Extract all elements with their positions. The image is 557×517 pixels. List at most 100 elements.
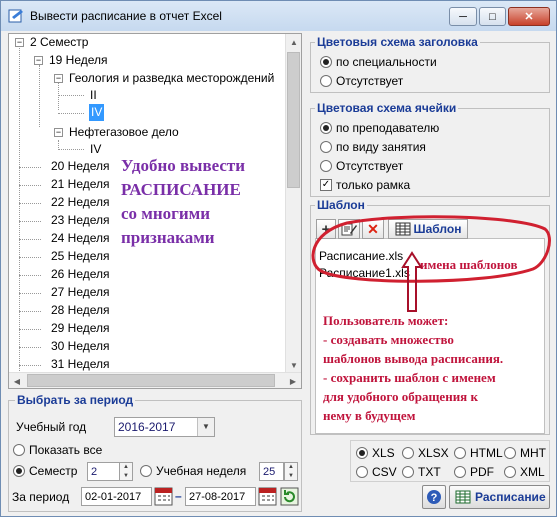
export-schedule-button[interactable]: Расписание [449,485,550,509]
help-button[interactable]: ? [422,485,446,509]
title-bar: Вывести расписание в отчет Excel ─ □ ✕ [1,1,556,31]
frame-only-checkbox[interactable]: ✓ только рамка [320,178,410,192]
refresh-icon[interactable] [280,487,299,506]
annotation-arrow [401,251,423,312]
cell-scheme-none-radio[interactable]: Отсутствует [320,159,403,173]
format-radio-mht[interactable]: MHT [504,446,546,460]
option-label: по виду занятия [336,140,426,154]
tree-node-week[interactable]: 22 Неделя [51,194,110,211]
tree-node-group-iv-selected[interactable]: IV [89,104,105,121]
year-value: 2016-2017 [118,420,176,434]
note-line: - сохранить шаблон с именем [323,370,496,385]
tree-node-week[interactable]: 29 Неделя [51,320,110,337]
tree-node-semester[interactable]: 2 Семестр [30,34,88,51]
format-label: PDF [470,465,494,479]
format-label: HTML [470,446,503,460]
tree-node-week[interactable]: 27 Неделя [51,284,110,301]
tree-node-week[interactable]: 25 Неделя [51,248,110,265]
date-from-input[interactable]: 02-01-2017 [81,487,152,506]
date-to-input[interactable]: 27-08-2017 [185,487,256,506]
note-line: нему в будущем [323,408,416,423]
spin-down-icon: ▼ [288,472,294,479]
tree-node-week[interactable]: 26 Неделя [51,266,110,283]
range-label: За период [12,490,70,504]
header-scheme-none-radio[interactable]: Отсутствует [320,74,403,88]
option-label: Отсутствует [336,74,404,88]
minimize-icon: ─ [459,10,467,23]
tree-node-week[interactable]: 30 Неделя [51,338,110,355]
spin-up-icon: ▲ [288,464,294,471]
format-radio-txt[interactable]: TXT [402,465,441,479]
format-group: XLS XLSX HTML MHT CSV TXT PDF XML [350,440,550,482]
tree-node-geology[interactable]: Геология и разведка месторождений [69,70,274,87]
cell-scheme-type-radio[interactable]: по виду занятия [320,140,426,154]
format-radio-xml[interactable]: XML [504,465,545,479]
scroll-left-icon[interactable]: ◀ [9,373,25,388]
tree-node-week[interactable]: 23 Неделя [51,212,110,229]
schedule-tree[interactable]: − 2 Семестр − 19 Неделя − Геология и раз… [8,33,302,389]
tree-node-group-iv[interactable]: IV [90,141,101,158]
scroll-up-icon[interactable]: ▲ [286,34,301,50]
calendar-from-icon[interactable] [154,487,173,506]
template-legend: Шаблон [315,198,367,212]
scroll-down-icon[interactable]: ▼ [286,357,301,373]
format-radio-xls[interactable]: XLS [356,446,395,460]
scroll-thumb[interactable] [287,52,300,188]
note-line: Пользователь может: [323,313,449,328]
collapse-semester-icon[interactable]: − [15,38,24,47]
tree-node-group-ii[interactable]: II [90,87,97,104]
week-spinner[interactable]: ▲ ▼ [284,462,298,481]
show-all-radio[interactable]: Показать все [13,443,102,457]
year-select[interactable]: 2016-2017 ▼ [114,417,215,437]
format-radio-pdf[interactable]: PDF [454,465,494,479]
promo-line: со многими [121,204,211,223]
calendar-to-icon[interactable] [258,487,277,506]
tree-node-week[interactable]: 20 Неделя [51,158,110,175]
week-radio[interactable]: Учебная неделя [140,464,246,478]
format-radio-csv[interactable]: CSV [356,465,397,479]
collapse-oil-icon[interactable]: − [54,128,63,137]
scroll-thumb[interactable] [27,374,275,387]
format-radio-xlsx[interactable]: XLSX [402,446,449,460]
header-scheme-specialty-radio[interactable]: по специальности [320,55,437,69]
tree-node-week[interactable]: 31 Неделя [51,356,110,373]
note-line: - создавать множество [323,332,454,347]
chevron-down-icon[interactable]: ▼ [197,418,214,436]
excel-icon [455,490,471,504]
semester-radio[interactable]: Семестр [13,464,77,478]
cell-scheme-teacher-radio[interactable]: по преподавателю [320,121,439,135]
tree-node-week[interactable]: 24 Неделя [51,230,110,247]
option-label: по специальности [336,55,437,69]
tree-node-oil[interactable]: Нефтегазовое дело [69,124,179,141]
minimize-button[interactable]: ─ [449,7,477,26]
format-label: MHT [520,446,546,460]
tree-vertical-scrollbar[interactable]: ▲ ▼ [285,34,301,373]
tree-node-week[interactable]: 28 Неделя [51,302,110,319]
collapse-week19-icon[interactable]: − [34,56,43,65]
tree-node-week19[interactable]: 19 Неделя [49,52,108,69]
tree-node-week[interactable]: 21 Неделя [51,176,110,193]
format-label: XML [520,465,545,479]
format-radio-html[interactable]: HTML [454,446,503,460]
note-line: для удобного обращения к [323,389,478,404]
option-label: Отсутствует [336,159,404,173]
format-label: TXT [418,465,441,479]
spin-up-icon: ▲ [123,464,129,471]
close-button[interactable]: ✕ [508,7,550,26]
format-label: XLS [372,446,395,460]
promo-overlay: Удобно вывести РАСПИСАНИЕ со многими при… [121,154,245,250]
help-icon: ? [427,490,441,504]
promo-line: РАСПИСАНИЕ [121,180,241,199]
scroll-right-icon[interactable]: ▶ [285,373,301,388]
collapse-geology-icon[interactable]: − [54,74,63,83]
header-scheme-legend: Цветовыя схема заголовка [315,35,480,49]
tree-horizontal-scrollbar[interactable]: ◀ ▶ [9,372,301,388]
note-line: шаблонов вывода расписания. [323,351,504,366]
maximize-button[interactable]: □ [479,7,506,26]
semester-input[interactable]: 2 [87,462,120,481]
week-input[interactable]: 25 [259,462,284,481]
semester-spinner[interactable]: ▲ ▼ [119,462,133,481]
week-label: Учебная неделя [156,464,247,478]
spin-down-icon: ▼ [123,472,129,479]
checkmark-icon: ✓ [320,179,332,191]
